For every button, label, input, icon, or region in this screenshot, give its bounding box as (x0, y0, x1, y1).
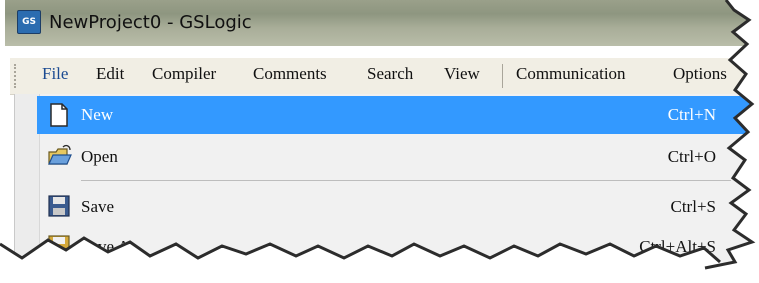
torn-edge-overlay (0, 0, 759, 283)
